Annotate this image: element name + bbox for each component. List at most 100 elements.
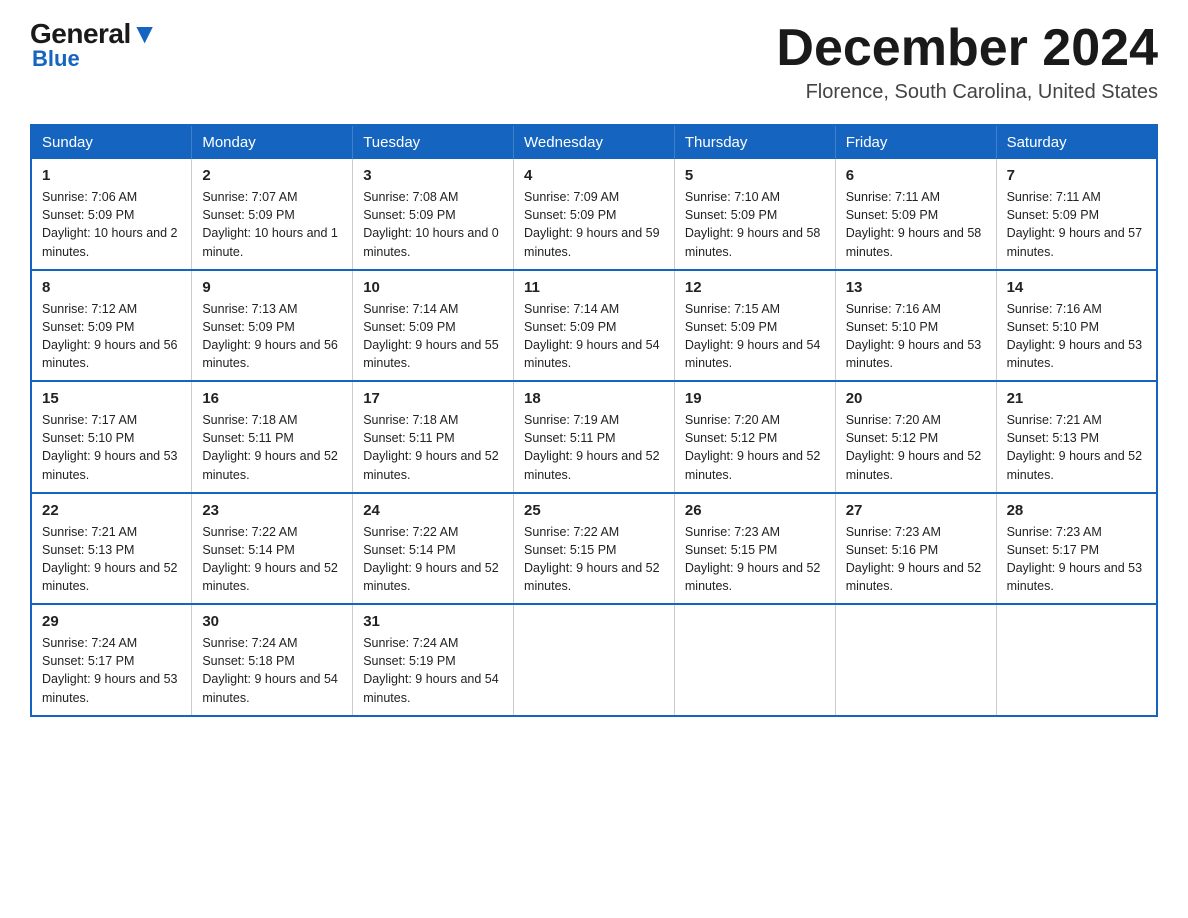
calendar-cell: 14 Sunrise: 7:16 AMSunset: 5:10 PMDaylig… — [996, 270, 1157, 382]
day-number: 21 — [1007, 390, 1146, 407]
day-info: Sunrise: 7:22 AMSunset: 5:14 PMDaylight:… — [363, 523, 503, 596]
day-info: Sunrise: 7:23 AMSunset: 5:17 PMDaylight:… — [1007, 523, 1146, 596]
day-number: 14 — [1007, 279, 1146, 296]
day-info: Sunrise: 7:13 AMSunset: 5:09 PMDaylight:… — [202, 300, 342, 373]
day-info: Sunrise: 7:20 AMSunset: 5:12 PMDaylight:… — [846, 411, 986, 484]
logo-triangle-icon: ▼ — [131, 18, 158, 49]
day-info: Sunrise: 7:21 AMSunset: 5:13 PMDaylight:… — [42, 523, 181, 596]
day-number: 25 — [524, 502, 664, 519]
day-info: Sunrise: 7:07 AMSunset: 5:09 PMDaylight:… — [202, 188, 342, 261]
calendar-cell — [835, 604, 996, 716]
day-number: 20 — [846, 390, 986, 407]
calendar-week-row: 22 Sunrise: 7:21 AMSunset: 5:13 PMDaylig… — [31, 493, 1157, 605]
calendar-cell: 31 Sunrise: 7:24 AMSunset: 5:19 PMDaylig… — [353, 604, 514, 716]
day-number: 18 — [524, 390, 664, 407]
day-number: 30 — [202, 613, 342, 630]
calendar-cell: 1 Sunrise: 7:06 AMSunset: 5:09 PMDayligh… — [31, 159, 192, 270]
calendar-header-tuesday: Tuesday — [353, 125, 514, 159]
day-info: Sunrise: 7:22 AMSunset: 5:15 PMDaylight:… — [524, 523, 664, 596]
day-number: 15 — [42, 390, 181, 407]
day-number: 8 — [42, 279, 181, 296]
day-number: 19 — [685, 390, 825, 407]
day-number: 28 — [1007, 502, 1146, 519]
calendar-header-sunday: Sunday — [31, 125, 192, 159]
logo-general: General▼ — [30, 20, 158, 48]
day-info: Sunrise: 7:09 AMSunset: 5:09 PMDaylight:… — [524, 188, 664, 261]
calendar-week-row: 29 Sunrise: 7:24 AMSunset: 5:17 PMDaylig… — [31, 604, 1157, 716]
calendar-week-row: 15 Sunrise: 7:17 AMSunset: 5:10 PMDaylig… — [31, 381, 1157, 493]
calendar-cell: 29 Sunrise: 7:24 AMSunset: 5:17 PMDaylig… — [31, 604, 192, 716]
title-area: December 2024 Florence, South Carolina, … — [776, 20, 1158, 104]
calendar-cell — [674, 604, 835, 716]
day-number: 27 — [846, 502, 986, 519]
day-number: 5 — [685, 167, 825, 184]
day-info: Sunrise: 7:11 AMSunset: 5:09 PMDaylight:… — [846, 188, 986, 261]
calendar-cell — [514, 604, 675, 716]
day-number: 17 — [363, 390, 503, 407]
calendar-cell: 20 Sunrise: 7:20 AMSunset: 5:12 PMDaylig… — [835, 381, 996, 493]
day-info: Sunrise: 7:24 AMSunset: 5:17 PMDaylight:… — [42, 634, 181, 707]
day-info: Sunrise: 7:10 AMSunset: 5:09 PMDaylight:… — [685, 188, 825, 261]
calendar-cell: 4 Sunrise: 7:09 AMSunset: 5:09 PMDayligh… — [514, 159, 675, 270]
day-number: 24 — [363, 502, 503, 519]
day-number: 23 — [202, 502, 342, 519]
calendar-header-saturday: Saturday — [996, 125, 1157, 159]
day-number: 12 — [685, 279, 825, 296]
page-header: General▼ Blue December 2024 Florence, So… — [30, 20, 1158, 104]
day-info: Sunrise: 7:16 AMSunset: 5:10 PMDaylight:… — [1007, 300, 1146, 373]
day-info: Sunrise: 7:14 AMSunset: 5:09 PMDaylight:… — [524, 300, 664, 373]
calendar-cell: 6 Sunrise: 7:11 AMSunset: 5:09 PMDayligh… — [835, 159, 996, 270]
calendar-cell: 15 Sunrise: 7:17 AMSunset: 5:10 PMDaylig… — [31, 381, 192, 493]
day-info: Sunrise: 7:18 AMSunset: 5:11 PMDaylight:… — [202, 411, 342, 484]
day-info: Sunrise: 7:06 AMSunset: 5:09 PMDaylight:… — [42, 188, 181, 261]
location: Florence, South Carolina, United States — [776, 81, 1158, 104]
day-number: 16 — [202, 390, 342, 407]
calendar-cell: 12 Sunrise: 7:15 AMSunset: 5:09 PMDaylig… — [674, 270, 835, 382]
day-info: Sunrise: 7:17 AMSunset: 5:10 PMDaylight:… — [42, 411, 181, 484]
day-number: 11 — [524, 279, 664, 296]
day-number: 3 — [363, 167, 503, 184]
calendar-header-row: SundayMondayTuesdayWednesdayThursdayFrid… — [31, 125, 1157, 159]
day-info: Sunrise: 7:12 AMSunset: 5:09 PMDaylight:… — [42, 300, 181, 373]
day-info: Sunrise: 7:22 AMSunset: 5:14 PMDaylight:… — [202, 523, 342, 596]
calendar-cell: 27 Sunrise: 7:23 AMSunset: 5:16 PMDaylig… — [835, 493, 996, 605]
day-number: 6 — [846, 167, 986, 184]
day-info: Sunrise: 7:18 AMSunset: 5:11 PMDaylight:… — [363, 411, 503, 484]
day-number: 1 — [42, 167, 181, 184]
day-number: 9 — [202, 279, 342, 296]
calendar-week-row: 1 Sunrise: 7:06 AMSunset: 5:09 PMDayligh… — [31, 159, 1157, 270]
day-number: 13 — [846, 279, 986, 296]
calendar-cell: 9 Sunrise: 7:13 AMSunset: 5:09 PMDayligh… — [192, 270, 353, 382]
calendar-cell: 28 Sunrise: 7:23 AMSunset: 5:17 PMDaylig… — [996, 493, 1157, 605]
calendar-cell: 25 Sunrise: 7:22 AMSunset: 5:15 PMDaylig… — [514, 493, 675, 605]
calendar-cell: 24 Sunrise: 7:22 AMSunset: 5:14 PMDaylig… — [353, 493, 514, 605]
day-info: Sunrise: 7:23 AMSunset: 5:15 PMDaylight:… — [685, 523, 825, 596]
logo: General▼ Blue — [30, 20, 158, 72]
day-number: 22 — [42, 502, 181, 519]
calendar-table: SundayMondayTuesdayWednesdayThursdayFrid… — [30, 124, 1158, 717]
calendar-cell: 21 Sunrise: 7:21 AMSunset: 5:13 PMDaylig… — [996, 381, 1157, 493]
calendar-cell — [996, 604, 1157, 716]
day-number: 7 — [1007, 167, 1146, 184]
calendar-cell: 17 Sunrise: 7:18 AMSunset: 5:11 PMDaylig… — [353, 381, 514, 493]
day-info: Sunrise: 7:15 AMSunset: 5:09 PMDaylight:… — [685, 300, 825, 373]
calendar-cell: 11 Sunrise: 7:14 AMSunset: 5:09 PMDaylig… — [514, 270, 675, 382]
day-number: 31 — [363, 613, 503, 630]
calendar-cell: 16 Sunrise: 7:18 AMSunset: 5:11 PMDaylig… — [192, 381, 353, 493]
day-info: Sunrise: 7:11 AMSunset: 5:09 PMDaylight:… — [1007, 188, 1146, 261]
calendar-cell: 3 Sunrise: 7:08 AMSunset: 5:09 PMDayligh… — [353, 159, 514, 270]
calendar-header-thursday: Thursday — [674, 125, 835, 159]
calendar-cell: 22 Sunrise: 7:21 AMSunset: 5:13 PMDaylig… — [31, 493, 192, 605]
day-info: Sunrise: 7:14 AMSunset: 5:09 PMDaylight:… — [363, 300, 503, 373]
calendar-week-row: 8 Sunrise: 7:12 AMSunset: 5:09 PMDayligh… — [31, 270, 1157, 382]
calendar-header-monday: Monday — [192, 125, 353, 159]
calendar-cell: 19 Sunrise: 7:20 AMSunset: 5:12 PMDaylig… — [674, 381, 835, 493]
day-number: 4 — [524, 167, 664, 184]
calendar-cell: 13 Sunrise: 7:16 AMSunset: 5:10 PMDaylig… — [835, 270, 996, 382]
day-info: Sunrise: 7:08 AMSunset: 5:09 PMDaylight:… — [363, 188, 503, 261]
calendar-cell: 30 Sunrise: 7:24 AMSunset: 5:18 PMDaylig… — [192, 604, 353, 716]
calendar-header-friday: Friday — [835, 125, 996, 159]
logo-blue: Blue — [32, 46, 80, 72]
day-info: Sunrise: 7:23 AMSunset: 5:16 PMDaylight:… — [846, 523, 986, 596]
day-info: Sunrise: 7:24 AMSunset: 5:18 PMDaylight:… — [202, 634, 342, 707]
